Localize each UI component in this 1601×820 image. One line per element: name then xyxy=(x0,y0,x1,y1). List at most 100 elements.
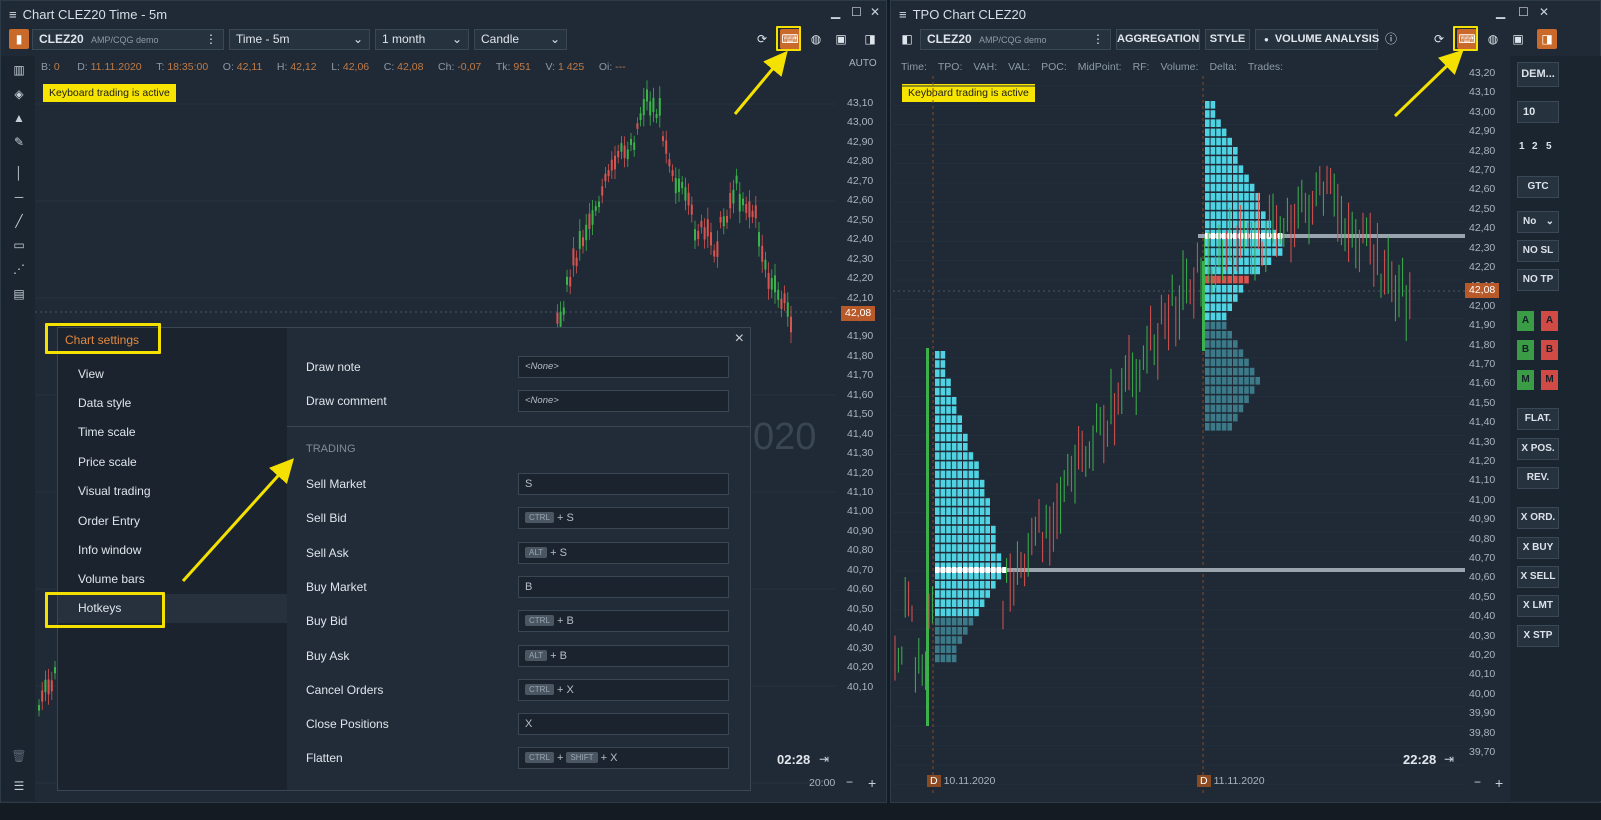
flat-button[interactable]: FLAT. xyxy=(1517,408,1559,430)
hotkey-field[interactable]: ALT + S xyxy=(518,541,729,564)
zoom-out-button[interactable]: − xyxy=(846,775,853,789)
sidebar-toggle-icon[interactable]: ◨ xyxy=(1537,29,1557,49)
ruler-icon[interactable]: ✎ xyxy=(9,132,29,152)
list-icon[interactable]: ☰ xyxy=(9,776,29,796)
price-tick: 42,80 xyxy=(847,155,874,168)
kebab-icon[interactable]: ⋮ xyxy=(205,30,217,49)
sell-ask-button[interactable]: A xyxy=(1541,311,1558,331)
menu-visual-trading[interactable]: Visual trading xyxy=(78,484,151,498)
chart-type-select[interactable]: Candle ⌄ xyxy=(474,29,567,50)
tpo-block xyxy=(985,590,990,598)
sell-market-button[interactable]: M xyxy=(1541,370,1558,390)
scroll-to-end-icon[interactable]: ⇥ xyxy=(1444,752,1454,766)
tpo-chart[interactable] xyxy=(893,76,1465,796)
cancel-limit-button[interactable]: X LMT xyxy=(1517,595,1559,617)
bell-icon[interactable]: ▲ xyxy=(9,108,29,128)
draw-comment-field[interactable]: <None> xyxy=(518,390,729,412)
order-type-select[interactable]: No ⌄ xyxy=(1517,211,1559,233)
sell-bid-button[interactable]: B xyxy=(1541,340,1558,360)
menu-volume-bars[interactable]: Volume bars xyxy=(78,572,145,586)
left-price-axis[interactable]: 43,10 43,00 42,90 42,80 42,70 42,60 42,50 42,40… xyxy=(847,1,887,801)
no-sl-button[interactable]: NO SL xyxy=(1517,240,1559,262)
chart-settings-dialog: Chart settings View Data style Time scal… xyxy=(57,327,751,791)
buy-ask-button[interactable]: A xyxy=(1517,311,1534,331)
menu-data-style[interactable]: Data style xyxy=(78,396,131,410)
panel-toggle-icon[interactable]: ▮ xyxy=(9,29,29,49)
tif-gtc-button[interactable]: GTC xyxy=(1517,176,1559,198)
quantity-input[interactable]: 10 xyxy=(1517,101,1559,123)
draw-note-field[interactable]: <None> xyxy=(518,356,729,378)
hotkey-field[interactable]: CTRL + SHIFT + X xyxy=(518,747,729,770)
chevron-down-icon: ⌄ xyxy=(451,32,462,46)
hotkey-field[interactable]: CTRL + X xyxy=(518,678,729,701)
timeframe-select[interactable]: Time - 5m ⌄ xyxy=(229,29,370,50)
right-price-axis[interactable]: 43,20 43,10 43,00 42,90 42,80 42,70 42,60 42,50… xyxy=(1469,1,1513,801)
close-icon[interactable]: ✕ xyxy=(1539,6,1550,18)
hotkey-field[interactable]: ALT + B xyxy=(518,644,729,667)
panel-toggle-icon[interactable]: ◧ xyxy=(897,29,917,49)
tpo-block xyxy=(946,424,951,433)
hotkey-label: Buy Ask xyxy=(306,648,350,663)
zoom-in-button[interactable]: + xyxy=(1495,775,1503,791)
right-symbol-selector[interactable]: CLEZ20 AMP/CQG demo ⋮ xyxy=(920,29,1111,50)
cancel-sell-button[interactable]: X SELL xyxy=(1517,566,1559,588)
account-button[interactable]: DEM... xyxy=(1517,62,1559,87)
scroll-to-end-icon[interactable]: ⇥ xyxy=(819,752,829,766)
info-icon[interactable]: ⓘ xyxy=(1381,29,1401,49)
hotkey-field[interactable]: CTRL + S xyxy=(518,507,729,530)
rectangle-icon[interactable]: ▭ xyxy=(9,235,29,255)
sync-icon[interactable]: ⟳ xyxy=(1429,29,1449,49)
cancel-orders-button[interactable]: X ORD. xyxy=(1517,507,1559,529)
zoom-out-button[interactable]: − xyxy=(1474,775,1481,789)
tpo-block xyxy=(968,461,974,469)
trend-line-icon[interactable]: ╱ xyxy=(9,211,29,231)
qty-preset-1[interactable]: 1 xyxy=(1519,141,1525,152)
kebab-icon[interactable]: ⋮ xyxy=(1092,30,1104,49)
sync-icon[interactable]: ⟳ xyxy=(752,29,772,49)
no-tp-button[interactable]: NO TP xyxy=(1517,269,1559,291)
hotkey-field[interactable]: S xyxy=(518,473,729,495)
reverse-button[interactable]: REV. xyxy=(1517,467,1559,489)
tpo-block xyxy=(1205,331,1210,339)
horizontal-line-icon[interactable]: ─ xyxy=(9,187,29,207)
aggregation-button[interactable]: AGGREGATION xyxy=(1116,29,1200,50)
menu-order-entry[interactable]: Order Entry xyxy=(78,514,140,528)
hotkey-field[interactable]: B xyxy=(518,575,729,598)
fibonacci-icon[interactable]: ⋰ xyxy=(9,259,29,279)
qty-preset-2[interactable]: 2 xyxy=(1532,141,1538,152)
menu-info-window[interactable]: Info window xyxy=(78,543,141,557)
dialog-close-button[interactable]: × xyxy=(735,330,744,348)
menu-time-scale[interactable]: Time scale xyxy=(78,425,136,439)
layers-icon[interactable]: ◈ xyxy=(9,84,29,104)
indicators-icon[interactable]: ▥ xyxy=(9,60,29,80)
menu-icon[interactable]: ≡ xyxy=(9,7,17,22)
minimize-icon[interactable]: ▁ xyxy=(831,6,842,18)
volume-analysis-button[interactable]: ● VOLUME ANALYSIS xyxy=(1255,29,1379,50)
hotkey-field[interactable]: X xyxy=(518,713,729,736)
menu-price-scale[interactable]: Price scale xyxy=(78,455,137,469)
candle-body xyxy=(665,140,668,154)
buy-bid-button[interactable]: B xyxy=(1517,340,1534,360)
trash-icon[interactable]: 🗑 xyxy=(9,746,29,766)
zoom-in-button[interactable]: + xyxy=(868,775,876,791)
menu-icon[interactable]: ≡ xyxy=(899,7,907,22)
price-tick: 41,70 xyxy=(1469,358,1496,370)
tpo-block xyxy=(1227,193,1232,201)
tpo-block xyxy=(946,479,951,488)
close-positions-button[interactable]: X POS. xyxy=(1517,438,1559,460)
candle-body xyxy=(690,204,693,215)
candle-body xyxy=(41,690,44,702)
menu-view[interactable]: View xyxy=(78,367,104,381)
hotkey-field[interactable]: CTRL + B xyxy=(518,610,729,633)
cancel-buy-button[interactable]: X BUY xyxy=(1517,537,1559,559)
mouse-icon[interactable]: ◍ xyxy=(806,29,826,49)
symbol-selector[interactable]: CLEZ20 AMP/CQG demo ⋮ xyxy=(32,29,224,50)
vertical-line-icon[interactable]: │ xyxy=(9,163,29,183)
maximize-icon[interactable]: ☐ xyxy=(1518,6,1529,18)
qty-preset-5[interactable]: 5 xyxy=(1546,141,1552,152)
period-select[interactable]: 1 month ⌄ xyxy=(375,29,469,50)
style-button[interactable]: STYLE xyxy=(1205,29,1250,50)
cancel-stop-button[interactable]: X STP xyxy=(1517,625,1559,647)
template-icon[interactable]: ▤ xyxy=(9,284,29,304)
buy-market-button[interactable]: M xyxy=(1517,370,1534,390)
